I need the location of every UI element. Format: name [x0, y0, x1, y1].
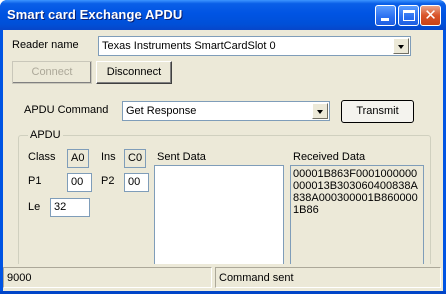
p1-value: 00	[71, 176, 84, 188]
transmit-button[interactable]: Transmit	[341, 100, 414, 123]
window-title: Smart card Exchange APDU	[7, 7, 183, 22]
disconnect-button[interactable]: Disconnect	[96, 61, 172, 84]
dialog-client-area: Reader name Texas Instruments SmartCardS…	[3, 30, 443, 291]
minimize-button[interactable]	[375, 5, 396, 26]
reader-name-select[interactable]: Texas Instruments SmartCardSlot 0	[98, 36, 411, 56]
close-icon: ✕	[424, 6, 437, 24]
le-input[interactable]: 32	[50, 198, 90, 217]
chevron-down-icon[interactable]	[312, 103, 328, 119]
chevron-down-icon[interactable]	[393, 38, 409, 54]
class-field: A0	[67, 149, 89, 168]
p2-value: 00	[128, 176, 141, 188]
p1-label: P1	[28, 175, 42, 187]
sent-data-label: Sent Data	[157, 151, 206, 163]
connect-button[interactable]: Connect	[12, 61, 92, 84]
ins-value: C0	[128, 152, 143, 164]
class-label: Class	[28, 151, 56, 163]
maximize-button[interactable]	[398, 5, 419, 26]
minimize-icon	[381, 18, 389, 21]
le-value: 32	[54, 201, 67, 213]
apdu-group-title: APDU	[28, 129, 63, 141]
p1-input[interactable]: 00	[67, 173, 92, 192]
ins-field: C0	[124, 149, 146, 168]
status-sw-text: 9000	[7, 272, 32, 284]
p2-input[interactable]: 00	[124, 173, 149, 192]
reader-name-value: Texas Instruments SmartCardSlot 0	[102, 40, 276, 52]
maximize-icon	[403, 10, 415, 21]
le-label: Le	[28, 201, 41, 213]
app-window: Smart card Exchange APDU ✕ Reader name T…	[0, 0, 446, 294]
apdu-command-value: Get Response	[126, 105, 197, 117]
reader-name-label: Reader name	[12, 39, 79, 51]
status-pane-sw: 9000	[3, 267, 212, 288]
status-bar: 9000 Command sent	[3, 264, 443, 291]
close-button[interactable]: ✕	[420, 5, 441, 26]
apdu-command-label: APDU Command	[24, 104, 109, 116]
received-data-textarea[interactable]: 00001B863F0001000000000013B303060400838A…	[290, 165, 424, 274]
p2-label: P2	[101, 175, 115, 187]
ins-label: Ins	[101, 151, 116, 163]
status-message-text: Command sent	[219, 272, 294, 284]
title-bar[interactable]: Smart card Exchange APDU ✕	[0, 0, 446, 30]
sent-data-textarea[interactable]	[154, 165, 284, 274]
received-data-label: Received Data	[293, 151, 366, 163]
received-data-value: 00001B863F0001000000000013B303060400838A…	[293, 168, 418, 216]
apdu-command-select[interactable]: Get Response	[122, 101, 330, 121]
status-pane-message: Command sent	[215, 267, 441, 288]
class-value: A0	[71, 152, 85, 164]
